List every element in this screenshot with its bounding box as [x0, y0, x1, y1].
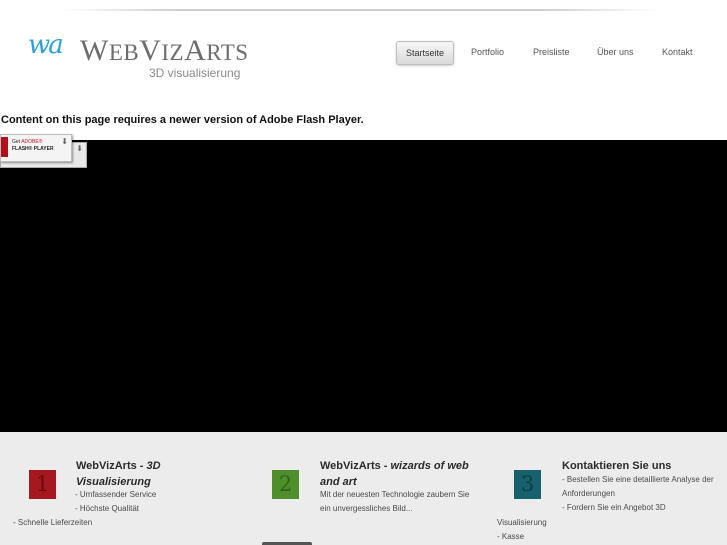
column-text: - Kasse	[497, 532, 525, 541]
logo-mark: wa	[28, 30, 64, 60]
flash-placeholder	[0, 140, 727, 432]
column-text: Visualisierung	[497, 518, 547, 527]
column-title-visualisierung: WebVizArts - 3D Visualisierung	[76, 460, 161, 488]
column-text: - Höchste Qualität	[75, 504, 140, 513]
column-text: - Umfassender Service	[75, 490, 157, 499]
nav-preisliste[interactable]: Preisliste	[533, 41, 570, 63]
column-text: Mit der neuesten Technologie zaubern Sie	[320, 490, 470, 499]
column-text: - Fordern Sie ein Angebot 3D	[562, 503, 666, 512]
nav-portfolio[interactable]: Portfolio	[471, 41, 504, 63]
badge-player-label: FLASH® PLAYER	[12, 146, 54, 152]
download-arrow-icon: ⬇	[61, 137, 68, 146]
column-text: - Bestellen Sie eine detaillierte Analys…	[562, 475, 714, 484]
number-badge-2: 2	[272, 470, 299, 499]
column-title-wizards: WebVizArts - wizards of web and art	[320, 460, 469, 488]
download-arrow-icon: ⬇	[76, 144, 83, 153]
column-text: - Schnelle Lieferzeiten	[13, 518, 93, 527]
logo[interactable]: wa WEBVIZARTS 3D visualisierung	[28, 30, 258, 82]
column-text: ein unvergessliches Bild...	[320, 504, 413, 513]
flash-required-message: Content on this page requires a newer ve…	[1, 114, 364, 126]
number-badge-3: 3	[514, 470, 541, 499]
column-text: Anforderungen	[562, 489, 615, 498]
nav-startseite[interactable]: Startseite	[396, 41, 455, 65]
flash-logo-icon	[1, 137, 8, 157]
header-divider	[60, 9, 660, 11]
nav-kontakt[interactable]: Kontakt	[662, 41, 693, 63]
logo-tagline: 3D visualisierung	[149, 66, 241, 80]
number-badge-1: 1	[29, 470, 56, 499]
get-flash-player-badge[interactable]: Get ADOBE® FLASH® PLAYER ⬇	[0, 134, 72, 162]
logo-name: WEBVIZARTS	[80, 34, 249, 67]
column-title-kontakt[interactable]: Kontaktieren Sie uns	[562, 458, 722, 474]
nav-ueber-uns[interactable]: Über uns	[597, 41, 634, 63]
badge-get-label: Get ADOBE®	[12, 139, 43, 145]
